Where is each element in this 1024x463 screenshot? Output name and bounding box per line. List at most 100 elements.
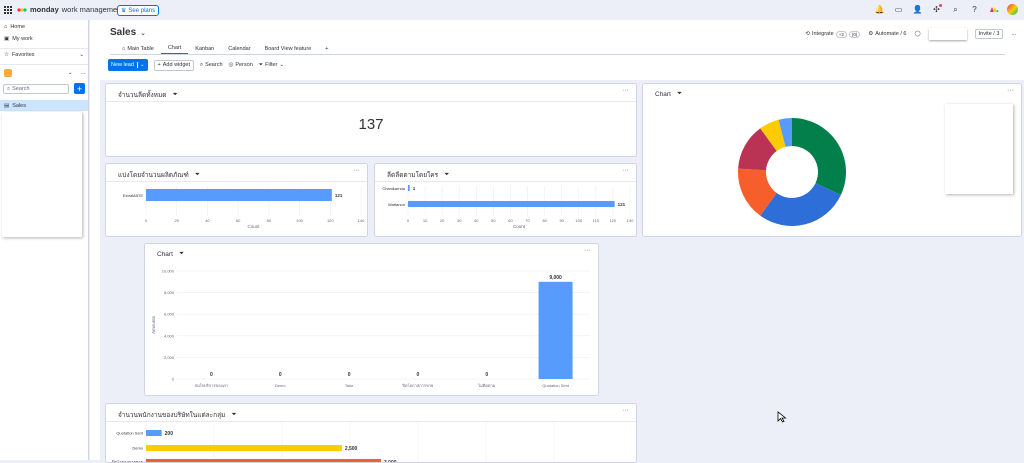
x-tick-label: 90 — [559, 218, 564, 223]
chevron-down-icon[interactable]: ⌄ — [137, 62, 145, 68]
tab-label: Board View feature — [265, 46, 312, 52]
widget-menu-icon[interactable]: ··· — [584, 247, 591, 254]
sidebar-search-placeholder: Search — [12, 86, 29, 92]
x-tick-label: 20 — [440, 218, 445, 223]
chevron-down-icon: ⌄ — [79, 52, 84, 58]
brand-name: monday — [30, 5, 59, 14]
widget-title[interactable]: จำนวนลีดทั้งหมด⏷ — [118, 90, 178, 100]
widget-menu-icon[interactable]: ··· — [353, 167, 360, 174]
see-plans-button[interactable]: ♛ See plans — [117, 5, 159, 16]
topbar-icons: 🔔 ▭ 👤 ✣ ⌕ ? — [874, 4, 1018, 15]
add-view-button[interactable]: + — [318, 43, 335, 54]
integrate-count: +2 — [836, 31, 847, 38]
mouse-cursor-icon — [777, 411, 787, 423]
monday-apps-icon[interactable] — [988, 4, 999, 15]
invite-members-icon[interactable]: 👤 — [912, 4, 923, 15]
widget-menu-icon[interactable]: ··· — [622, 407, 629, 414]
tab-calendar[interactable]: Calendar — [221, 43, 257, 54]
bar — [146, 445, 342, 451]
donut-slice — [792, 118, 846, 195]
x-category-label: สนใจบริการของเรา — [195, 383, 229, 388]
search-icon[interactable]: ⌕ — [950, 4, 961, 15]
add-item-button[interactable]: + — [74, 83, 85, 94]
bar-value-label: 121 — [335, 193, 343, 198]
person-filter-button[interactable]: ◎Person — [229, 62, 253, 68]
brand-suffix: work management — [62, 5, 124, 14]
sidebar-divider — [0, 48, 88, 49]
chart-employee-bars: Quotation Sent200Demo2,500ปิดโอกาสการขาย… — [106, 422, 637, 463]
x-tick-label: 70 — [525, 218, 530, 223]
y-tick-label: 8,000 — [164, 290, 175, 295]
board-menu-icon[interactable]: ... — [1011, 31, 1016, 37]
filter-button[interactable]: ⏷Filter⌄ — [259, 62, 284, 69]
bar-value-label: 0 — [417, 372, 420, 378]
search-button[interactable]: ⌕Search — [200, 62, 223, 69]
integrate-count-value: (0) — [849, 31, 861, 38]
bar-value-label: 0 — [485, 372, 488, 378]
chevron-down-icon: ⌄ — [140, 29, 146, 37]
bar-value-label: 121 — [618, 202, 626, 207]
sidebar-search-input[interactable]: ⌕ Search — [3, 84, 69, 94]
y-tick-label: 4,000 — [164, 333, 175, 338]
apps-icon[interactable]: ✣ — [931, 4, 942, 15]
widget-title[interactable]: แบ่งโดยจำนวนผลิตภัณฑ์⏷ — [118, 170, 200, 180]
sidebar-item-home[interactable]: ⌂Home — [4, 24, 25, 30]
person-icon: ◎ — [229, 62, 234, 68]
tab-main-table[interactable]: ⌂Main Table — [115, 43, 161, 54]
filter-icon[interactable]: ⏷ — [231, 411, 236, 419]
x-category-label: Demo — [275, 383, 286, 388]
star-icon: ☆ — [4, 52, 9, 58]
add-widget-button[interactable]: + Add widget — [154, 60, 194, 71]
board-icon: ▤ — [4, 103, 9, 109]
bell-icon[interactable]: 🔔 — [874, 4, 885, 15]
brand-logo[interactable]: monday work management — [17, 5, 123, 14]
tab-board-view-feature[interactable]: Board View feature — [258, 43, 319, 54]
user-avatar[interactable] — [1007, 4, 1018, 15]
widget-title[interactable]: จำนวนพนักงานของบริษัทในแต่ละกลุ่ม⏷ — [118, 410, 237, 420]
tab-chart[interactable]: Chart — [161, 43, 188, 54]
crown-icon: ♛ — [121, 7, 126, 14]
widget-title[interactable]: Chart⏷ — [157, 250, 184, 258]
sidebar-item-my-work[interactable]: ▣My work — [4, 36, 33, 42]
tab-label: + — [325, 46, 328, 52]
bar — [146, 430, 162, 436]
x-tick-label: 50 — [491, 218, 496, 223]
x-tick-label: 130 — [627, 218, 634, 223]
sidebar-board-label: Sales — [12, 103, 26, 109]
help-icon[interactable]: ? — [969, 4, 980, 15]
chevron-down-icon: ⌄ — [279, 62, 284, 68]
x-tick-label: 60 — [508, 218, 513, 223]
tab-kanban[interactable]: Kanban — [188, 43, 221, 54]
widget-menu-icon[interactable]: ··· — [622, 87, 629, 94]
apps-grid-icon[interactable] — [4, 6, 12, 14]
widget-total-leads: จำนวนลีดทั้งหมด⏷ ··· 137 — [105, 83, 637, 157]
tab-label: Chart — [168, 45, 181, 51]
y-tick-label: 0 — [172, 377, 175, 382]
widget-employees: จำนวนพนักงานของบริษัทในแต่ละกลุ่ม⏷ ··· Q… — [105, 403, 637, 463]
sidebar-favorites[interactable]: ☆Favorites ⌄ — [4, 52, 84, 58]
workspace-selector[interactable]: ⌄ ... — [4, 69, 85, 77]
widget-menu-icon[interactable]: ··· — [622, 167, 629, 174]
invite-button[interactable]: Invite / 3 — [975, 29, 1004, 39]
sidebar-item-sales[interactable]: ▤ Sales — [0, 100, 88, 111]
filter-icon[interactable]: ⏷ — [195, 171, 200, 179]
bar-value-label: 1 — [413, 186, 416, 191]
board-title[interactable]: Sales ⌄ — [110, 27, 146, 38]
x-tick-label: 120 — [610, 218, 617, 223]
automate-button[interactable]: ⚙ Automate / 6 — [868, 31, 906, 37]
widget-title[interactable]: ลีดลีดตามโดยใคร⏷ — [387, 170, 449, 180]
x-tick-label: 0 — [407, 218, 410, 223]
x-tick-label: 80 — [267, 218, 272, 223]
x-tick-label: 100 — [296, 218, 303, 223]
workspace-menu-icon[interactable]: ... — [81, 70, 86, 76]
new-item-button[interactable]: New lead ⌄ — [108, 59, 148, 71]
integrate-button[interactable]: ⟲ Integrate +2 (0) — [805, 31, 860, 38]
bar — [408, 185, 410, 191]
filter-icon[interactable]: ⏷ — [179, 250, 184, 258]
inbox-icon[interactable]: ▭ — [893, 4, 904, 15]
x-tick-label: 0 — [145, 218, 148, 223]
filter-label: Filter — [265, 62, 277, 68]
chat-icon[interactable]: ◯ — [914, 31, 920, 37]
filter-icon[interactable]: ⏷ — [444, 171, 449, 179]
filter-icon[interactable]: ⏷ — [172, 91, 177, 99]
